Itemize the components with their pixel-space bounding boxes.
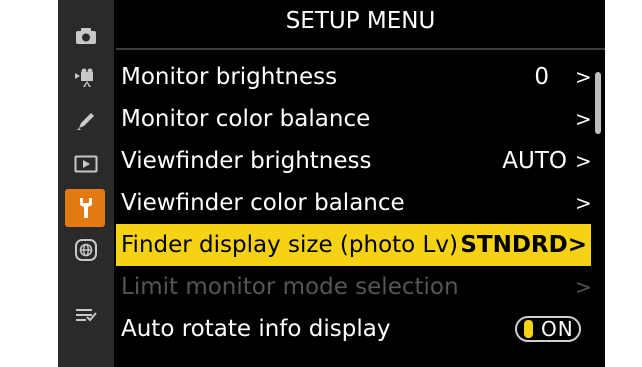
menu-item-finder-display-size[interactable]: Finder display size (photo Lv) STNDRD> (116, 224, 591, 266)
toggle-state-text: ON (541, 317, 574, 341)
chevron-right-icon: > (575, 107, 592, 131)
menu-item-value: AUTO (502, 148, 567, 174)
menu-item-label: Limit monitor mode selection (121, 274, 459, 300)
movie-shooting-menu-icon[interactable] (58, 57, 114, 99)
menu-item-auto-rotate-info[interactable]: Auto rotate info display ON (116, 308, 591, 350)
menu-item-monitor-brightness[interactable]: Monitor brightness 0 > (116, 56, 592, 98)
menu-item-label: Viewfinder brightness (121, 148, 372, 174)
setup-menu-list: Monitor brightness 0 > Monitor color bal… (116, 56, 592, 350)
scrollbar[interactable] (595, 72, 601, 134)
photo-shooting-menu-icon[interactable] (58, 15, 114, 57)
camera-screen: SETUP MENU Monitor brightness 0 > Monito… (58, 0, 605, 367)
on-off-toggle[interactable]: ON (515, 316, 581, 342)
menu-item-label: Monitor color balance (121, 106, 371, 132)
chevron-right-icon: > (575, 191, 592, 215)
chevron-right-icon: > (575, 149, 592, 173)
menu-item-value: 0 (534, 64, 549, 90)
page-title: SETUP MENU (285, 8, 436, 34)
setup-menu-icon[interactable] (58, 187, 114, 229)
menu-item-label: Viewfinder color balance (121, 190, 405, 216)
menu-tabs-sidebar (58, 0, 114, 367)
network-menu-icon[interactable] (58, 229, 114, 271)
menu-item-label: Finder display size (photo Lv) (121, 232, 458, 258)
menu-item-limit-monitor-mode: Limit monitor mode selection > (116, 266, 592, 308)
chevron-right-icon: > (575, 275, 592, 299)
menu-item-label: Auto rotate info display (121, 316, 391, 342)
menu-item-viewfinder-color-balance[interactable]: Viewfinder color balance > (116, 182, 592, 224)
my-menu-icon[interactable] (58, 295, 114, 337)
menu-item-monitor-color-balance[interactable]: Monitor color balance > (116, 98, 592, 140)
playback-menu-icon[interactable] (58, 143, 114, 185)
menu-item-viewfinder-brightness[interactable]: Viewfinder brightness AUTO > (116, 140, 592, 182)
toggle-knob (524, 320, 533, 338)
custom-settings-menu-icon[interactable] (58, 100, 114, 142)
header-divider (116, 48, 605, 50)
chevron-right-icon: > (575, 65, 592, 89)
menu-item-label: Monitor brightness (121, 64, 338, 90)
menu-item-value: STNDRD> (460, 232, 587, 258)
